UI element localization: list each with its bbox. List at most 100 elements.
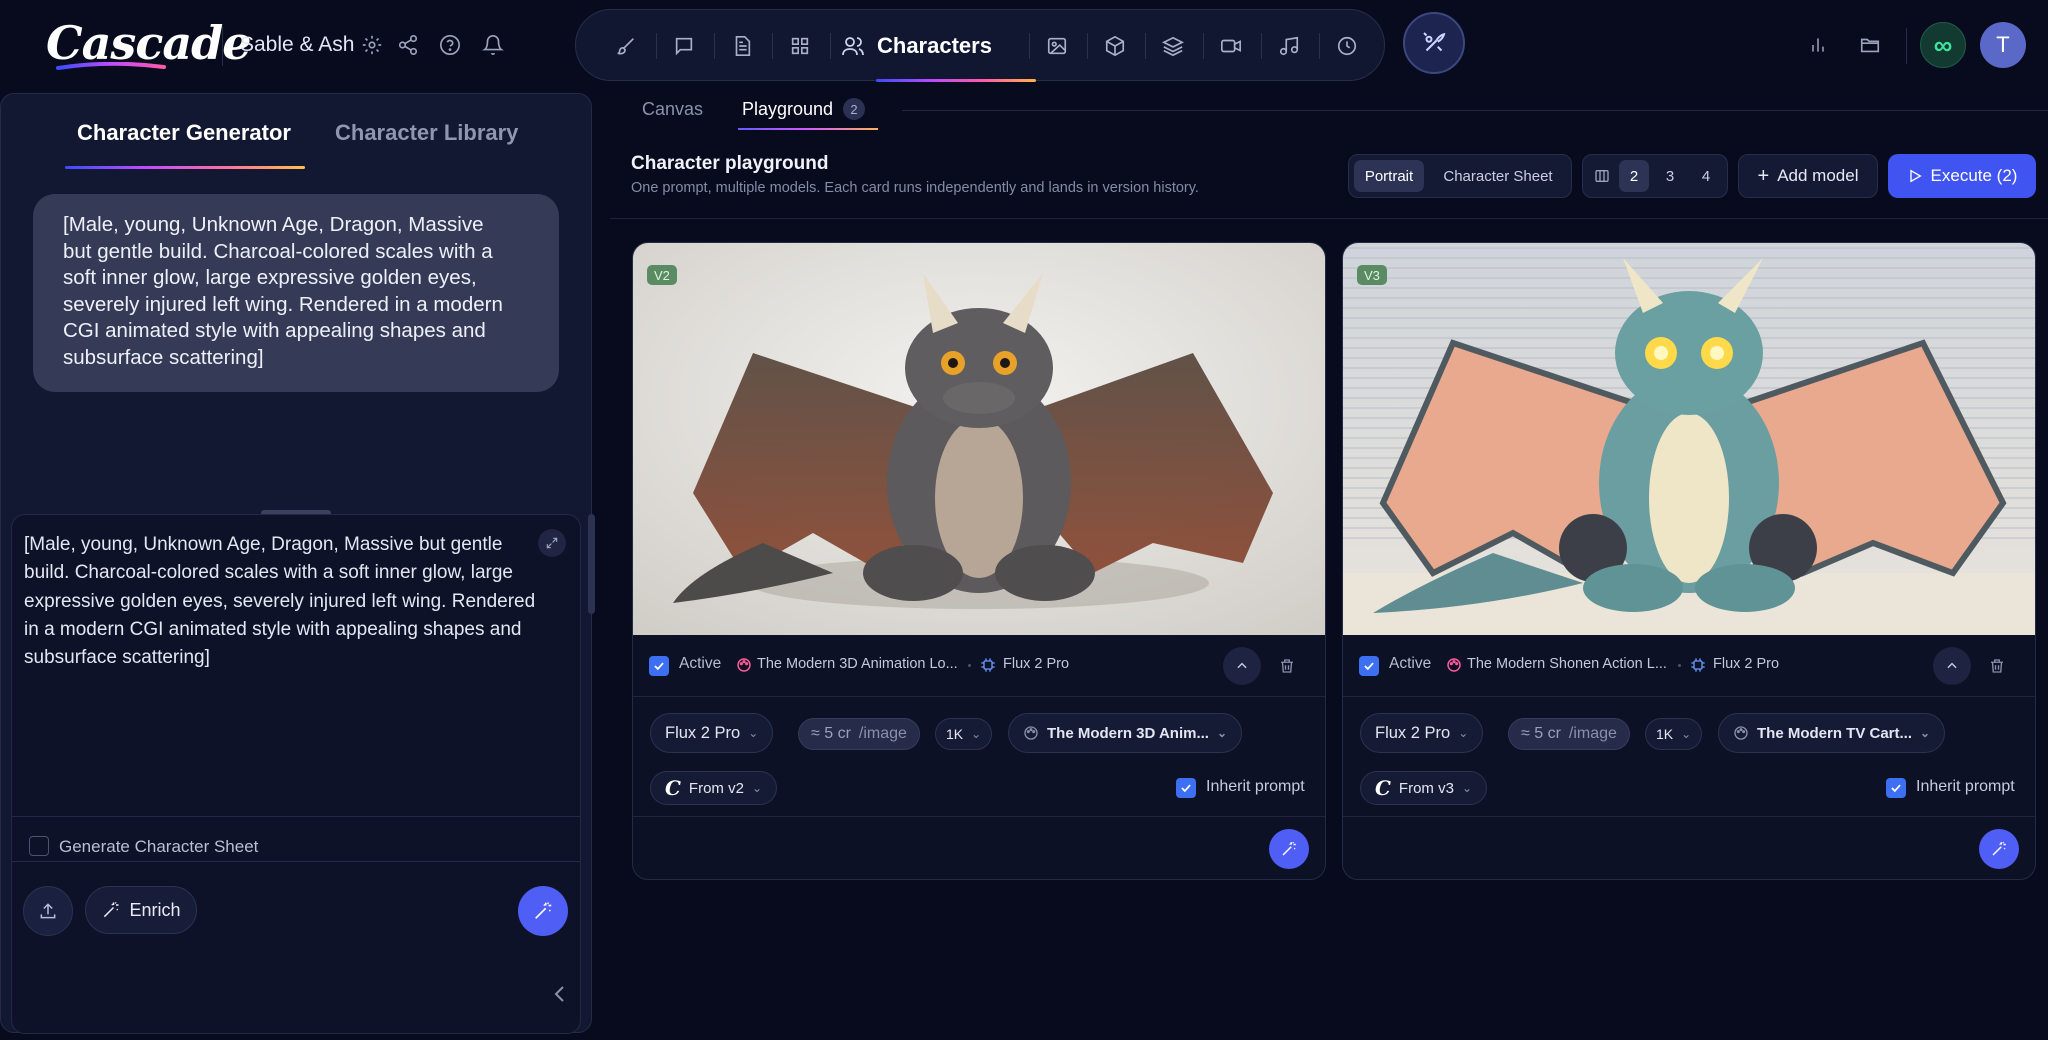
folder-icon[interactable] bbox=[1852, 27, 1888, 63]
tab-character-generator[interactable]: Character Generator bbox=[77, 120, 291, 146]
resolution-dropdown[interactable]: 1K ⌄ bbox=[935, 718, 993, 750]
bell-icon[interactable] bbox=[475, 27, 511, 63]
nav-characters-label: Characters bbox=[877, 33, 992, 58]
nav-grid-icon[interactable] bbox=[782, 28, 818, 64]
collapse-panel-icon[interactable] bbox=[550, 981, 570, 1007]
generate-magic-button[interactable] bbox=[518, 886, 568, 936]
chevron-down-icon: ⌄ bbox=[748, 726, 759, 740]
users-icon bbox=[841, 34, 865, 58]
nav-layers-icon[interactable] bbox=[1155, 28, 1191, 64]
run-card-button[interactable] bbox=[1269, 829, 1309, 869]
nav-cube-icon[interactable] bbox=[1097, 28, 1133, 64]
cost-value: ≈ 5 cr bbox=[811, 725, 851, 742]
mode-character-sheet[interactable]: Character Sheet bbox=[1429, 160, 1567, 192]
from-version-dropdown[interactable]: C From v2 ⌄ bbox=[650, 771, 777, 805]
nav-divider bbox=[1203, 33, 1204, 59]
expand-icon[interactable] bbox=[538, 529, 566, 557]
cost-unit: /image bbox=[1568, 725, 1617, 742]
bubble-line: but gentle build. Charcoal-colored scale… bbox=[63, 239, 493, 263]
divider bbox=[222, 26, 223, 66]
bubble-line: severely injured left wing. Rendered in … bbox=[63, 292, 503, 316]
settings-gear-icon[interactable] bbox=[354, 27, 390, 63]
inherit-prompt-checkbox[interactable] bbox=[1886, 778, 1906, 798]
mode-toggle: Portrait Character Sheet bbox=[1348, 154, 1572, 198]
tab-character-library[interactable]: Character Library bbox=[335, 120, 518, 146]
style-dropdown[interactable]: The Modern TV Cart... ⌄ bbox=[1718, 713, 1946, 753]
nav-video-icon[interactable] bbox=[1213, 28, 1249, 64]
model-dropdown-label: Flux 2 Pro bbox=[1375, 723, 1451, 742]
nav-divider bbox=[772, 33, 773, 59]
active-checkbox[interactable] bbox=[1359, 656, 1379, 676]
model-dropdown[interactable]: Flux 2 Pro ⌄ bbox=[1360, 713, 1484, 753]
analytics-icon[interactable] bbox=[1800, 27, 1836, 63]
main-nav: Characters bbox=[575, 9, 1385, 82]
help-icon[interactable] bbox=[432, 27, 468, 63]
nav-history-icon[interactable] bbox=[1329, 28, 1365, 64]
model-dropdown-label: Flux 2 Pro bbox=[665, 723, 741, 742]
generated-image-v3[interactable] bbox=[1343, 243, 2035, 635]
style-name[interactable]: The Modern Shonen Action L... bbox=[1467, 656, 1667, 672]
user-avatar[interactable]: T bbox=[1980, 22, 2026, 68]
active-tab-underline bbox=[738, 128, 878, 130]
chevron-up-icon[interactable] bbox=[1223, 647, 1261, 685]
project-name[interactable]: Sable & Ash bbox=[240, 33, 354, 57]
nav-image-icon[interactable] bbox=[1039, 28, 1075, 64]
active-checkbox[interactable] bbox=[649, 656, 669, 676]
mode-portrait[interactable]: Portrait bbox=[1354, 160, 1424, 192]
prompt-input[interactable]: [Male, young, Unknown Age, Dragon, Massi… bbox=[24, 531, 569, 672]
nav-characters[interactable]: Characters bbox=[841, 22, 1021, 70]
chevron-up-icon[interactable] bbox=[1933, 647, 1971, 685]
cost-estimate: ≈ 5 cr /image bbox=[1508, 718, 1630, 750]
columns-option[interactable]: 3 bbox=[1655, 160, 1685, 192]
trash-icon[interactable] bbox=[1277, 656, 1297, 676]
logo-swoosh bbox=[56, 62, 166, 70]
generated-image-v2[interactable] bbox=[633, 243, 1325, 635]
bubble-line: [Male, young, Unknown Age, Dragon, Massi… bbox=[63, 213, 484, 236]
card-meta-row: Active The Modern 3D Animation Lo... Flu… bbox=[633, 635, 1325, 697]
tab-baseline bbox=[902, 110, 2048, 111]
generate-sheet-checkbox[interactable] bbox=[29, 836, 49, 856]
add-model-button[interactable]: + Add model bbox=[1738, 154, 1878, 198]
nav-divider bbox=[830, 33, 831, 59]
upload-button[interactable] bbox=[23, 886, 73, 936]
nav-brush-icon[interactable] bbox=[608, 28, 644, 64]
infinity-credits-icon[interactable]: ∞ bbox=[1920, 22, 1966, 68]
run-card-button[interactable] bbox=[1979, 829, 2019, 869]
ai-assistant-button[interactable] bbox=[1403, 12, 1465, 74]
from-version-dropdown[interactable]: C From v3 ⌄ bbox=[1360, 771, 1487, 805]
cost-value: ≈ 5 cr bbox=[1521, 725, 1561, 742]
page-subtitle: One prompt, multiple models. Each card r… bbox=[631, 180, 1199, 196]
style-name[interactable]: The Modern 3D Animation Lo... bbox=[757, 656, 958, 672]
style-dropdown[interactable]: The Modern 3D Anim... ⌄ bbox=[1008, 713, 1243, 753]
page-title: Character playground bbox=[631, 153, 829, 174]
trash-icon[interactable] bbox=[1987, 656, 2007, 676]
enrich-label: Enrich bbox=[129, 899, 181, 920]
resolution-dropdown[interactable]: 1K ⌄ bbox=[1645, 718, 1703, 750]
columns-option[interactable]: 4 bbox=[1691, 160, 1721, 192]
inherit-prompt-checkbox[interactable] bbox=[1176, 778, 1196, 798]
model-dropdown[interactable]: Flux 2 Pro ⌄ bbox=[650, 713, 774, 753]
palette-icon bbox=[735, 656, 753, 674]
nav-music-icon[interactable] bbox=[1271, 28, 1307, 64]
palette-icon bbox=[1023, 725, 1039, 741]
card-meta-row: Active The Modern Shonen Action L... Flu… bbox=[1343, 635, 2035, 697]
bubble-line: subsurface scattering] bbox=[63, 345, 264, 369]
tab-canvas[interactable]: Canvas bbox=[642, 99, 703, 120]
scrollbar[interactable] bbox=[588, 514, 595, 614]
prompt-line: build. Charcoal-colored scales with a so… bbox=[24, 562, 513, 584]
nav-document-icon[interactable] bbox=[724, 28, 760, 64]
active-label: Active bbox=[679, 655, 722, 672]
nav-chat-icon[interactable] bbox=[666, 28, 702, 64]
from-version-label: From v2 bbox=[688, 779, 744, 797]
execute-button[interactable]: Execute (2) bbox=[1888, 154, 2036, 198]
model-name[interactable]: Flux 2 Pro bbox=[1713, 656, 1779, 672]
add-model-label: Add model bbox=[1777, 166, 1859, 185]
execute-label: Execute (2) bbox=[1930, 166, 2018, 185]
columns-option[interactable]: 2 bbox=[1619, 160, 1649, 192]
share-icon[interactable] bbox=[390, 27, 426, 63]
tab-playground[interactable]: Playground bbox=[742, 99, 833, 120]
model-name[interactable]: Flux 2 Pro bbox=[1003, 656, 1069, 672]
enrich-button[interactable]: Enrich bbox=[85, 886, 197, 934]
palette-icon bbox=[1733, 725, 1749, 741]
divider bbox=[1906, 28, 1907, 64]
